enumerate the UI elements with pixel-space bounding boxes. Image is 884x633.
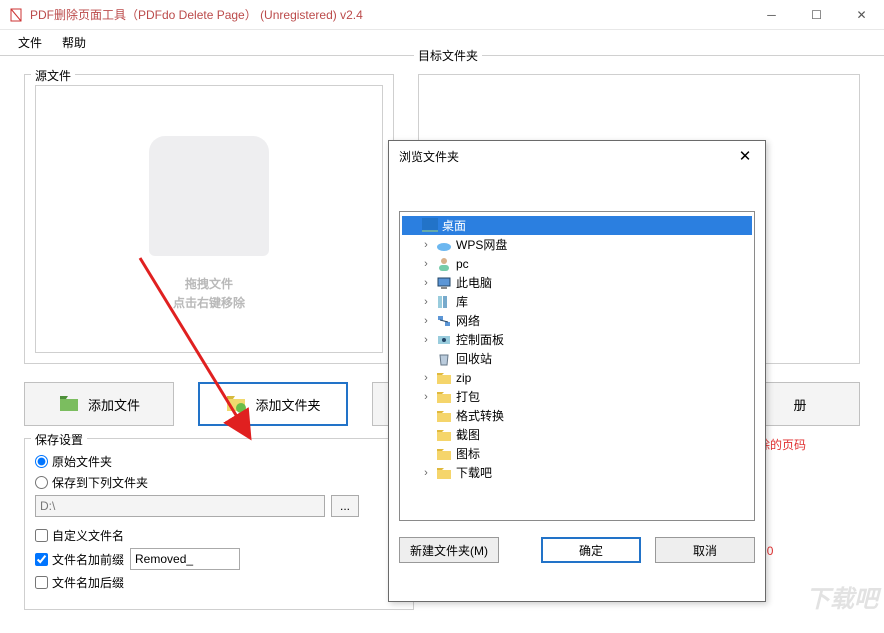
tree-item[interactable]: › WPS网盘 xyxy=(402,235,752,254)
add-folder-icon xyxy=(225,393,247,415)
target-folder-legend: 目标文件夹 xyxy=(414,47,482,64)
drop-zone[interactable]: 拖拽文件 点击右键移除 xyxy=(35,85,383,353)
tree-item[interactable]: 格式转换 xyxy=(402,406,752,425)
expand-icon[interactable]: › xyxy=(420,372,432,384)
tree-item[interactable]: › 此电脑 xyxy=(402,273,752,292)
tree-item[interactable]: 桌面 xyxy=(402,216,752,235)
tree-item[interactable]: 截图 xyxy=(402,425,752,444)
folder-icon xyxy=(436,427,452,443)
tree-item-label: zip xyxy=(456,371,471,385)
check-custom-filename[interactable]: 自定义文件名 xyxy=(35,527,124,544)
tree-item[interactable]: ›库 xyxy=(402,292,752,311)
add-file-label: 添加文件 xyxy=(88,395,140,414)
ok-button[interactable]: 确定 xyxy=(541,537,641,563)
expand-icon[interactable]: › xyxy=(420,277,432,289)
main-content: 源文件 拖拽文件 点击右键移除 目标文件夹 添加文件 添加文件夹 册 xyxy=(0,56,884,620)
tree-item[interactable]: 回收站 xyxy=(402,349,752,368)
tree-item[interactable]: › 控制面板 xyxy=(402,330,752,349)
prefix-input[interactable] xyxy=(130,548,240,570)
bin-icon xyxy=(436,351,452,367)
expand-icon[interactable]: › xyxy=(420,296,432,308)
browse-path-button[interactable]: ... xyxy=(331,495,359,517)
tree-item[interactable]: › 打包 xyxy=(402,387,752,406)
app-icon xyxy=(8,7,24,23)
drop-zone-text: 拖拽文件 点击右键移除 xyxy=(173,275,245,313)
source-file-group: 源文件 拖拽文件 点击右键移除 xyxy=(24,74,394,364)
window-controls: ─ ☐ ✕ xyxy=(749,0,884,30)
drop-line2: 点击右键移除 xyxy=(173,294,245,313)
tree-item[interactable]: › zip xyxy=(402,368,752,387)
expand-icon[interactable]: › xyxy=(420,239,432,251)
tree-item-label: WPS网盘 xyxy=(456,236,507,253)
titlebar: PDF删除页面工具（PDFdo Delete Page） (Unregister… xyxy=(0,0,884,30)
menu-file[interactable]: 文件 xyxy=(8,30,52,55)
tree-item[interactable]: › pc xyxy=(402,254,752,273)
user-icon xyxy=(436,256,452,272)
menu-help[interactable]: 帮助 xyxy=(52,30,96,55)
minimize-button[interactable]: ─ xyxy=(749,0,794,30)
radio-save-to-path[interactable]: 保存到下列文件夹 xyxy=(35,474,148,491)
tree-item[interactable]: › 下载吧 xyxy=(402,463,752,482)
tree-item-label: 控制面板 xyxy=(456,331,504,348)
drop-zone-ghost-icon xyxy=(149,136,269,256)
tree-item-label: 网络 xyxy=(456,312,480,329)
tree-item[interactable]: › 网络 xyxy=(402,311,752,330)
folder-icon xyxy=(436,389,452,405)
lib-icon xyxy=(436,294,452,310)
save-settings-legend: 保存设置 xyxy=(31,431,87,448)
folder-icon xyxy=(436,446,452,462)
check-filename-prefix[interactable]: 文件名加前缀 xyxy=(35,551,124,568)
net-icon xyxy=(436,313,452,329)
save-path-input[interactable] xyxy=(35,495,325,517)
tree-item-label: pc xyxy=(456,257,469,271)
folder-tree[interactable]: 桌面›WPS网盘›pc›此电脑›库›网络›控制面板回收站›zip›打包格式转换截… xyxy=(399,211,755,521)
desktop-icon xyxy=(422,218,438,234)
add-file-icon xyxy=(58,393,80,415)
ctrl-icon xyxy=(436,332,452,348)
tree-item[interactable]: 图标 xyxy=(402,444,752,463)
new-folder-button[interactable]: 新建文件夹(M) xyxy=(399,537,499,563)
cloud-icon xyxy=(436,237,452,253)
cancel-button[interactable]: 取消 xyxy=(655,537,755,563)
pc-icon xyxy=(436,275,452,291)
expand-icon[interactable]: › xyxy=(420,258,432,270)
tree-item-label: 库 xyxy=(456,293,468,310)
add-folder-label: 添加文件夹 xyxy=(255,395,320,414)
tree-item-label: 截图 xyxy=(456,426,480,443)
watermark: 下载吧 xyxy=(806,579,878,614)
window-title: PDF删除页面工具（PDFdo Delete Page） (Unregister… xyxy=(30,6,749,23)
register-label: 册 xyxy=(793,395,806,414)
folder-icon xyxy=(436,370,452,386)
dialog-title: 浏览文件夹 xyxy=(399,148,735,165)
radio-original-folder[interactable]: 原始文件夹 xyxy=(35,453,112,470)
expand-icon[interactable]: › xyxy=(420,334,432,346)
tree-item-label: 桌面 xyxy=(442,217,466,234)
folder-icon xyxy=(436,408,452,424)
save-settings-group: 保存设置 原始文件夹 保存到下列文件夹 ... 自定义文件名 文件名加前缀 文件… xyxy=(24,438,414,610)
dialog-titlebar: 浏览文件夹 ✕ xyxy=(389,141,765,171)
close-button[interactable]: ✕ xyxy=(839,0,884,30)
tree-item-label: 格式转换 xyxy=(456,407,504,424)
dialog-close-button[interactable]: ✕ xyxy=(735,147,755,165)
add-folder-button[interactable]: 添加文件夹 xyxy=(198,382,348,426)
add-file-button[interactable]: 添加文件 xyxy=(24,382,174,426)
folder-icon xyxy=(436,465,452,481)
expand-icon[interactable]: › xyxy=(420,391,432,403)
check-filename-suffix[interactable]: 文件名加后缀 xyxy=(35,574,124,591)
tree-item-label: 打包 xyxy=(456,388,480,405)
expand-icon[interactable]: › xyxy=(420,315,432,327)
browse-folder-dialog: 浏览文件夹 ✕ 桌面›WPS网盘›pc›此电脑›库›网络›控制面板回收站›zip… xyxy=(388,140,766,602)
source-file-legend: 源文件 xyxy=(31,67,75,84)
drop-line1: 拖拽文件 xyxy=(173,275,245,294)
tree-item-label: 此电脑 xyxy=(456,274,492,291)
maximize-button[interactable]: ☐ xyxy=(794,0,839,30)
expand-icon[interactable]: › xyxy=(420,467,432,479)
tree-item-label: 下载吧 xyxy=(456,464,492,481)
tree-item-label: 回收站 xyxy=(456,350,492,367)
tree-item-label: 图标 xyxy=(456,445,480,462)
